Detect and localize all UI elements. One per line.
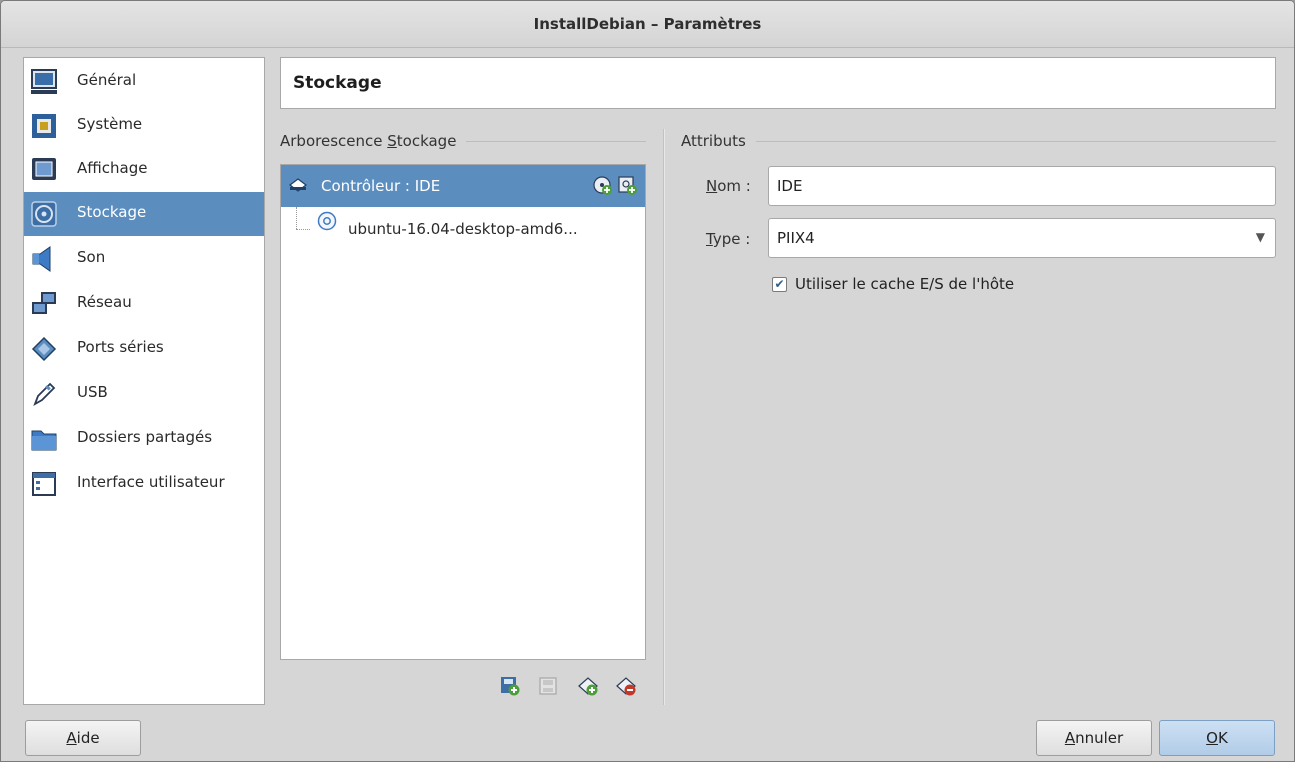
attributes-group-title: Attributs [681,132,756,150]
help-button[interactable]: Aide [25,720,141,756]
sidebar-item-label: Système [77,115,143,133]
monitor-icon [31,69,57,94]
settings-window: InstallDebian – Paramètres Général Systè… [0,0,1295,762]
sidebar-item-label: Dossiers partagés [77,428,213,446]
name-label: Nom : [706,177,751,195]
settings-sidebar: Général Système Affichage Stockage Son R… [23,57,265,705]
name-field[interactable]: IDE [768,166,1276,206]
host-cache-checkbox[interactable]: ✔ Utiliser le cache E/S de l'hôte [772,275,1014,293]
sidebar-item-display[interactable]: Affichage [24,148,264,192]
sidebar-item-label: USB [77,383,108,401]
storage-icon [31,201,57,227]
storage-tree-group-title: Arborescence Stockage [280,132,467,150]
group-divider [681,141,1276,142]
remove-controller-icon[interactable] [537,675,559,697]
panel-separator [663,129,665,705]
sidebar-item-label: Son [77,248,106,266]
controller-icon [289,178,307,192]
sidebar-item-user-interface[interactable]: Interface utilisateur [24,462,264,506]
sidebar-item-label: Ports séries [77,338,164,356]
type-label: Type : [706,230,751,248]
cancel-button[interactable]: Annuler [1036,720,1152,756]
add-attachment-icon[interactable] [577,675,599,697]
chevron-down-icon: ▼ [1255,230,1265,244]
usb-icon [33,382,56,407]
speaker-icon [32,246,51,272]
sidebar-item-serial-ports[interactable]: Ports séries [24,327,264,371]
folder-icon [31,430,57,451]
sidebar-item-system[interactable]: Système [24,104,264,148]
sidebar-item-label: Affichage [77,159,148,177]
chip-icon [32,114,56,138]
serial-port-icon [31,336,57,362]
network-icon [32,292,56,314]
storage-tree[interactable]: Contrôleur : IDE ubuntu-16.04-desktop-am… [280,164,646,660]
host-cache-label: Utiliser le cache E/S de l'hôte [795,275,1015,293]
type-select[interactable]: PIIX4 ▼ [768,218,1276,258]
sidebar-item-label: Réseau [77,293,132,311]
sidebar-item-label: Interface utilisateur [77,473,225,491]
ui-window-icon [32,472,56,496]
disk-label: ubuntu-16.04-desktop-amd6... [348,220,578,238]
sidebar-item-general[interactable]: Général [24,60,264,104]
tree-item-controller[interactable]: Contrôleur : IDE [281,165,645,207]
type-select-value: PIIX4 [777,229,815,247]
sidebar-item-label: Général [77,71,137,89]
optical-disc-icon [317,211,337,231]
checkbox-check-icon[interactable]: ✔ [772,276,787,292]
tree-branch-line [296,207,297,229]
sidebar-item-storage[interactable]: Stockage [24,192,264,236]
tree-branch-line [296,229,310,230]
ok-button[interactable]: OK [1159,720,1275,756]
sidebar-item-sound[interactable]: Son [24,237,264,281]
add-optical-drive-icon[interactable] [592,175,612,195]
page-title: Stockage [280,57,1276,109]
add-hard-disk-icon[interactable] [617,175,637,195]
add-controller-icon[interactable] [499,675,521,697]
sidebar-item-label: Stockage [77,203,147,221]
sidebar-item-network[interactable]: Réseau [24,282,264,326]
display-icon [32,158,56,180]
window-title: InstallDebian – Paramètres [1,1,1294,48]
sidebar-item-shared-folders[interactable]: Dossiers partagés [24,417,264,461]
remove-attachment-icon[interactable] [615,675,637,697]
sidebar-item-usb[interactable]: USB [24,372,264,416]
controller-label: Contrôleur : IDE [321,177,441,195]
